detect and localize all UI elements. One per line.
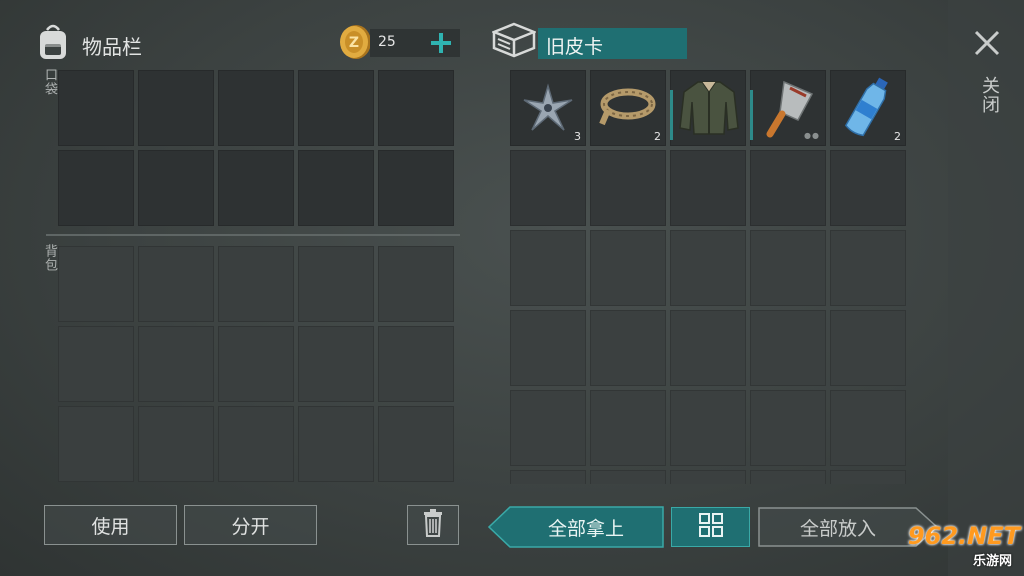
backpack-slot[interactable] [378,406,454,482]
split-button[interactable]: 分开 [184,505,317,545]
watermark-sub: 乐游网 [972,554,1012,569]
item-marker [670,90,673,140]
backpack-slot[interactable] [298,246,374,322]
item-durability: ●● [804,131,820,140]
crate-slot[interactable] [590,230,666,306]
crate-slot[interactable] [830,310,906,386]
backpack-slot[interactable] [58,326,134,402]
sort-button[interactable] [671,507,750,547]
backpack-slot[interactable] [138,246,214,322]
pocket-slot[interactable] [58,70,134,146]
jacket-icon [678,76,740,142]
crate-slot[interactable] [670,310,746,386]
crate-slot[interactable] [590,390,666,466]
backpack-slot[interactable] [138,326,214,402]
crate-slot[interactable] [830,150,906,226]
close-button[interactable] [970,26,1004,60]
pocket-slot[interactable] [218,70,294,146]
grid-sort-icon [698,513,723,541]
inventory-title: 物品栏 [82,35,142,59]
rope-icon [598,84,658,134]
svg-text:Z: Z [349,35,359,51]
water-bottle-icon [844,74,892,144]
item-count: 3 [574,130,581,143]
crate-slot[interactable] [510,150,586,226]
backpack-slot[interactable] [298,406,374,482]
crate-slot[interactable]: ●● [750,70,826,146]
pocket-slot[interactable] [58,150,134,226]
crate-slot[interactable] [510,230,586,306]
pocket-grid [58,70,454,226]
crate-slot[interactable] [750,310,826,386]
add-coins-button[interactable] [426,29,456,57]
pocket-slot[interactable] [138,150,214,226]
pocket-label: 口袋 [42,68,57,96]
ninja-star-icon [520,80,576,140]
crate-slot[interactable]: 2 [830,70,906,146]
close-icon [970,30,1004,64]
backpack-slot[interactable] [218,406,294,482]
crate-slot[interactable]: 3 [510,70,586,146]
crate-slot[interactable] [750,390,826,466]
crate-slot[interactable] [750,230,826,306]
crate-slot[interactable] [670,470,746,484]
backpack-slot[interactable] [58,406,134,482]
crate-slot[interactable] [830,230,906,306]
crate-grid: 3 2 ●● 2 [510,70,906,484]
pocket-slot[interactable] [378,150,454,226]
item-marker [750,90,753,140]
watermark-brand: 962.NET [907,522,1020,550]
crate-slot[interactable] [750,150,826,226]
backpack-slot[interactable] [298,326,374,402]
item-count: 2 [894,130,901,143]
trash-button[interactable] [407,505,459,545]
crate-title: 旧皮卡 [546,36,604,58]
crate-slot[interactable] [510,470,586,484]
crate-slot[interactable] [590,310,666,386]
take-all-button[interactable]: 全部拿上 [488,506,664,548]
backpack-label: 背包 [42,244,57,272]
close-label[interactable]: 关闭 [976,76,1002,114]
take-all-label: 全部拿上 [547,517,624,540]
section-divider [46,234,460,236]
crate-slot[interactable] [510,390,586,466]
backpack-slot[interactable] [218,246,294,322]
crate-slot[interactable] [510,310,586,386]
crate-slot[interactable] [670,230,746,306]
crate-slot[interactable] [590,150,666,226]
pocket-slot[interactable] [298,150,374,226]
backpack-slot[interactable] [378,326,454,402]
item-count: 2 [654,130,661,143]
coin-count: 25 [378,34,396,50]
crate-slot[interactable] [670,150,746,226]
trash-icon [422,508,444,542]
crate-icon [490,22,538,60]
pocket-slot[interactable] [298,70,374,146]
crate-slot[interactable] [830,470,906,484]
backpack-icon [36,22,70,62]
crate-slot[interactable] [670,70,746,146]
crate-slot[interactable] [750,470,826,484]
backpack-slot[interactable] [58,246,134,322]
crate-slot[interactable] [830,390,906,466]
pocket-slot[interactable] [138,70,214,146]
crate-slot[interactable] [670,390,746,466]
backpack-grid [58,246,454,484]
use-button[interactable]: 使用 [44,505,177,545]
backpack-slot[interactable] [218,326,294,402]
backpack-slot[interactable] [378,246,454,322]
crate-slot[interactable]: 2 [590,70,666,146]
pocket-slot[interactable] [218,150,294,226]
backpack-slot[interactable] [138,406,214,482]
coin-icon: Z [338,24,372,60]
pocket-slot[interactable] [378,70,454,146]
watermark-logo: 962.NET 乐游网 [870,522,1020,572]
crate-slot[interactable] [590,470,666,484]
